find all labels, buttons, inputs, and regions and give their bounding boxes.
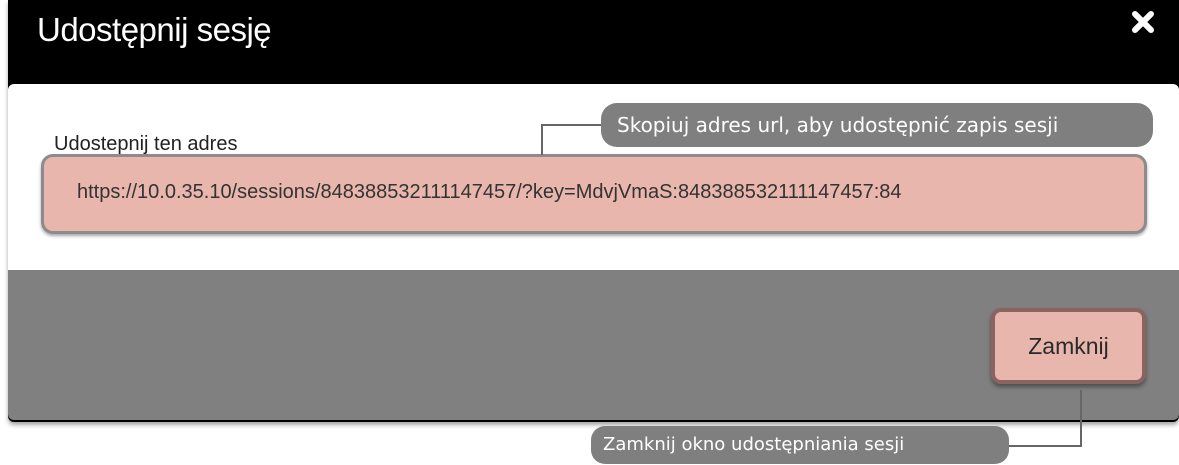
dialog-title: Udostępnij sesję [37, 11, 272, 48]
close-button[interactable]: Zamknij [991, 308, 1146, 384]
close-callout: Zamknij okno udostępniania sesji [591, 426, 1009, 464]
screenshot-stage: Udostępnij sesję Udostepnij ten adres ht… [0, 0, 1179, 465]
close-callout-leader-vertical [1080, 390, 1082, 446]
share-url-field[interactable]: https://10.0.35.10/sessions/848388532111… [41, 154, 1147, 234]
url-callout: Skopiuj adres url, aby udostępnić zapis … [601, 103, 1153, 147]
url-callout-leader-vertical [541, 125, 543, 155]
dialog-titlebar: Udostępnij sesję [8, 0, 1179, 84]
dialog-footer: Zamknij [8, 270, 1179, 420]
close-x-icon[interactable] [1129, 8, 1157, 36]
share-url-label: Udostepnij ten adres [54, 133, 238, 155]
share-url-value[interactable]: https://10.0.35.10/sessions/848388532111… [77, 181, 1137, 204]
close-callout-leader-horizontal [1008, 445, 1082, 447]
url-callout-leader-horizontal [541, 124, 603, 126]
share-session-dialog: Udostępnij sesję Udostepnij ten adres ht… [8, 0, 1179, 422]
